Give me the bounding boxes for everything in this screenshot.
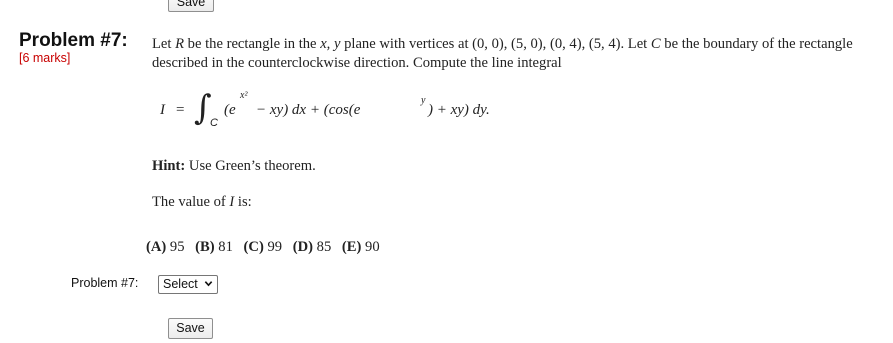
statement-text-segment: be the rectangle in the — [184, 36, 321, 52]
option-b: (B) 81 — [195, 239, 233, 255]
save-button-top[interactable]: Save — [168, 0, 214, 12]
formula-part2-rest: ) + xy) dy. — [428, 102, 490, 118]
answer-select[interactable]: Select — [158, 275, 218, 294]
option-d: (D) 85 — [292, 239, 332, 255]
hint-text: Hint: Use Green’s theorem. — [152, 158, 316, 175]
value-prefix: The value of — [152, 194, 230, 210]
statement-math-segment: R — [175, 36, 185, 52]
hint-body: Use Green’s theorem. — [185, 158, 316, 174]
option-c: (C) 99 — [243, 239, 283, 255]
formula-exponent-1: x² — [240, 90, 248, 101]
answer-options: (A) 95 (B) 81 (C) 99 (D) 85 (E) 90 — [146, 239, 387, 256]
problem-marks: [6 marks] — [19, 51, 71, 65]
option-a: (A) 95 — [146, 239, 185, 255]
hint-label: Hint: — [152, 158, 186, 174]
formula-part1-rest: − xy) dx + (cos(e — [256, 102, 361, 118]
problem-statement: Let R be the rectangle in the x, y plane… — [152, 35, 890, 73]
answer-label: Problem #7: — [71, 276, 139, 290]
save-button-bottom[interactable]: Save — [168, 318, 213, 339]
statement-math-segment: x, y — [320, 36, 341, 52]
line-integral-formula: I = ∫ C (e x² − xy) dx + (cos(e y ) + xy… — [160, 90, 490, 130]
statement-text-segment: Let — [152, 36, 176, 52]
answer-select-value: Select — [163, 277, 198, 291]
integral-subscript: C — [210, 117, 218, 129]
formula-part1-open: (e — [224, 102, 236, 118]
problem-title: Problem #7: — [19, 30, 128, 51]
statement-text-segment: plane with vertices at (0, 0), (5, 0), (… — [340, 36, 651, 52]
formula-equals: = — [176, 102, 185, 118]
value-suffix: is: — [234, 194, 252, 210]
chevron-down-icon — [204, 281, 213, 287]
option-e: (E) 90 — [341, 239, 380, 255]
statement-math-segment: C — [650, 36, 661, 52]
formula-exponent-2: y — [421, 95, 426, 106]
formula-lhs: I — [160, 102, 165, 118]
value-prompt: The value of I is: — [152, 194, 252, 211]
